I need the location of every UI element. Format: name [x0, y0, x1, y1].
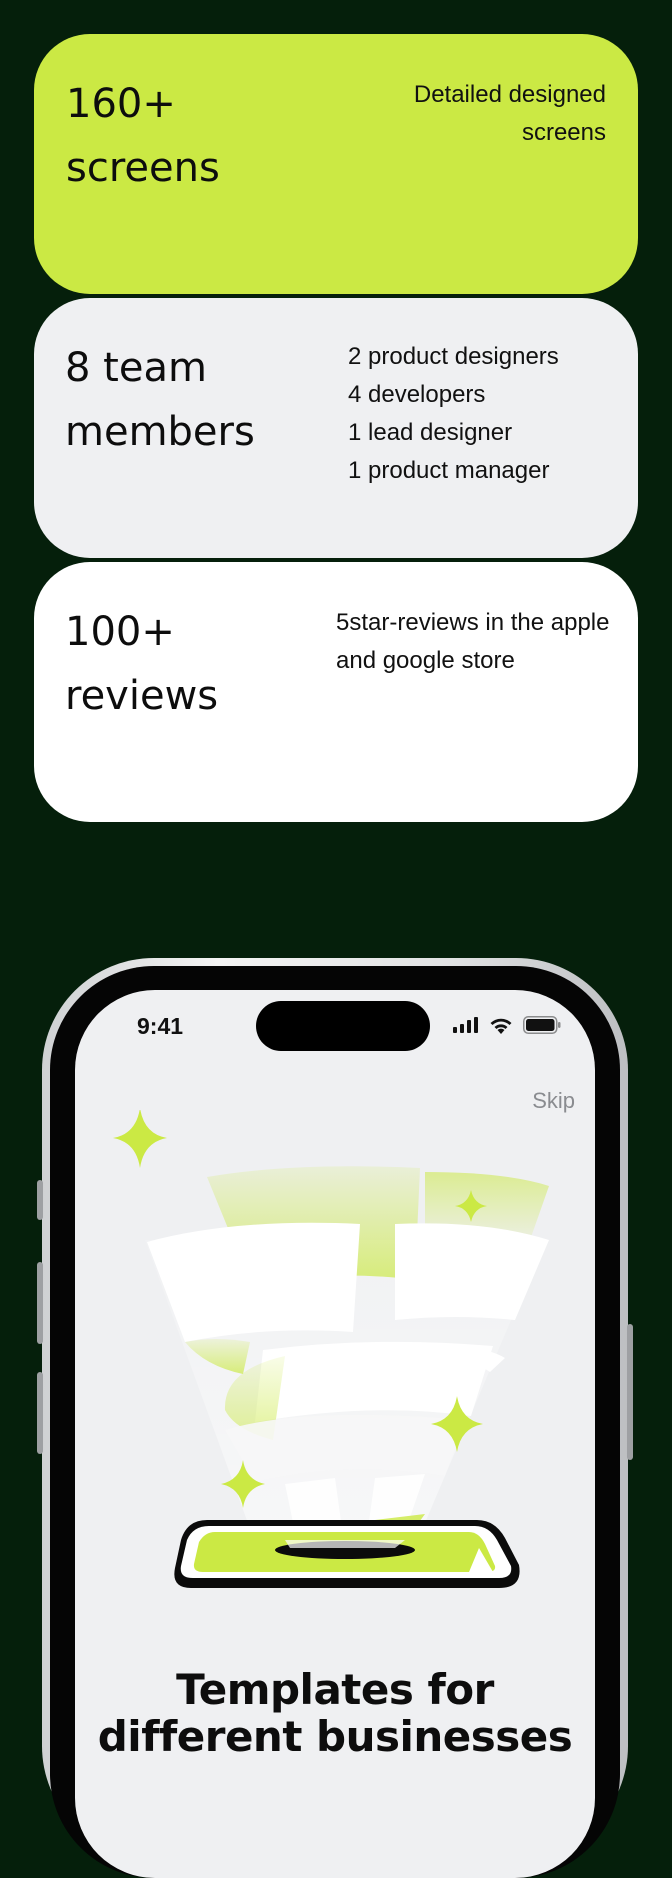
phone-side-button: [37, 1262, 43, 1344]
stat-card-reviews: 100+ reviews 5star-reviews in the apple …: [34, 562, 638, 822]
stat-description: Detailed designed screens: [413, 81, 606, 146]
team-role-item: 4 developers: [348, 381, 486, 408]
stat-number-label: reviews: [65, 673, 219, 719]
stat-description: 2 product designers 4 developers 1 lead …: [348, 338, 559, 490]
headline-line: different businesses: [97, 1712, 573, 1761]
battery-icon: [523, 1016, 561, 1034]
stat-number-line: 8 team: [65, 345, 207, 391]
phone-mockup: 9:41 Skip Templates for different busine…: [37, 958, 633, 1878]
stat-number: 100+ reviews: [65, 600, 218, 728]
phone-side-button: [37, 1180, 43, 1220]
dynamic-island: [256, 1001, 430, 1051]
sparkle-icon: [113, 1110, 167, 1168]
stat-number-line: 160+: [66, 81, 176, 127]
stat-card-team: 8 team members 2 product designers 4 dev…: [34, 298, 638, 558]
stat-number-label: members: [65, 409, 255, 455]
stat-description: 5star-reviews in the apple and google st…: [336, 609, 610, 674]
headline-line: Templates for: [176, 1665, 494, 1714]
signal-icon: [453, 1017, 478, 1033]
funnel-illustration: [113, 1110, 549, 1588]
phone-side-button: [627, 1324, 633, 1460]
phone-side-button: [37, 1372, 43, 1454]
stat-number-label: screens: [66, 145, 220, 191]
wifi-icon: [490, 1018, 512, 1034]
onboarding-headline: Templates for different businesses: [75, 1666, 595, 1760]
team-role-item: 1 lead designer: [348, 419, 513, 446]
stat-number-line: 100+: [65, 609, 175, 655]
stat-card-screens: 160+ screens Detailed designed screens: [34, 34, 638, 294]
stat-number: 8 team members: [65, 336, 255, 464]
phone-screen: 9:41 Skip Templates for different busine…: [75, 990, 595, 1878]
stat-number: 160+ screens: [66, 72, 220, 200]
team-role-item: 2 product designers: [348, 343, 559, 370]
status-icons: [453, 1016, 561, 1034]
team-role-item: 1 product manager: [348, 457, 550, 484]
status-time: 9:41: [137, 1013, 184, 1039]
phone-bezel: 9:41 Skip Templates for different busine…: [50, 966, 620, 1878]
